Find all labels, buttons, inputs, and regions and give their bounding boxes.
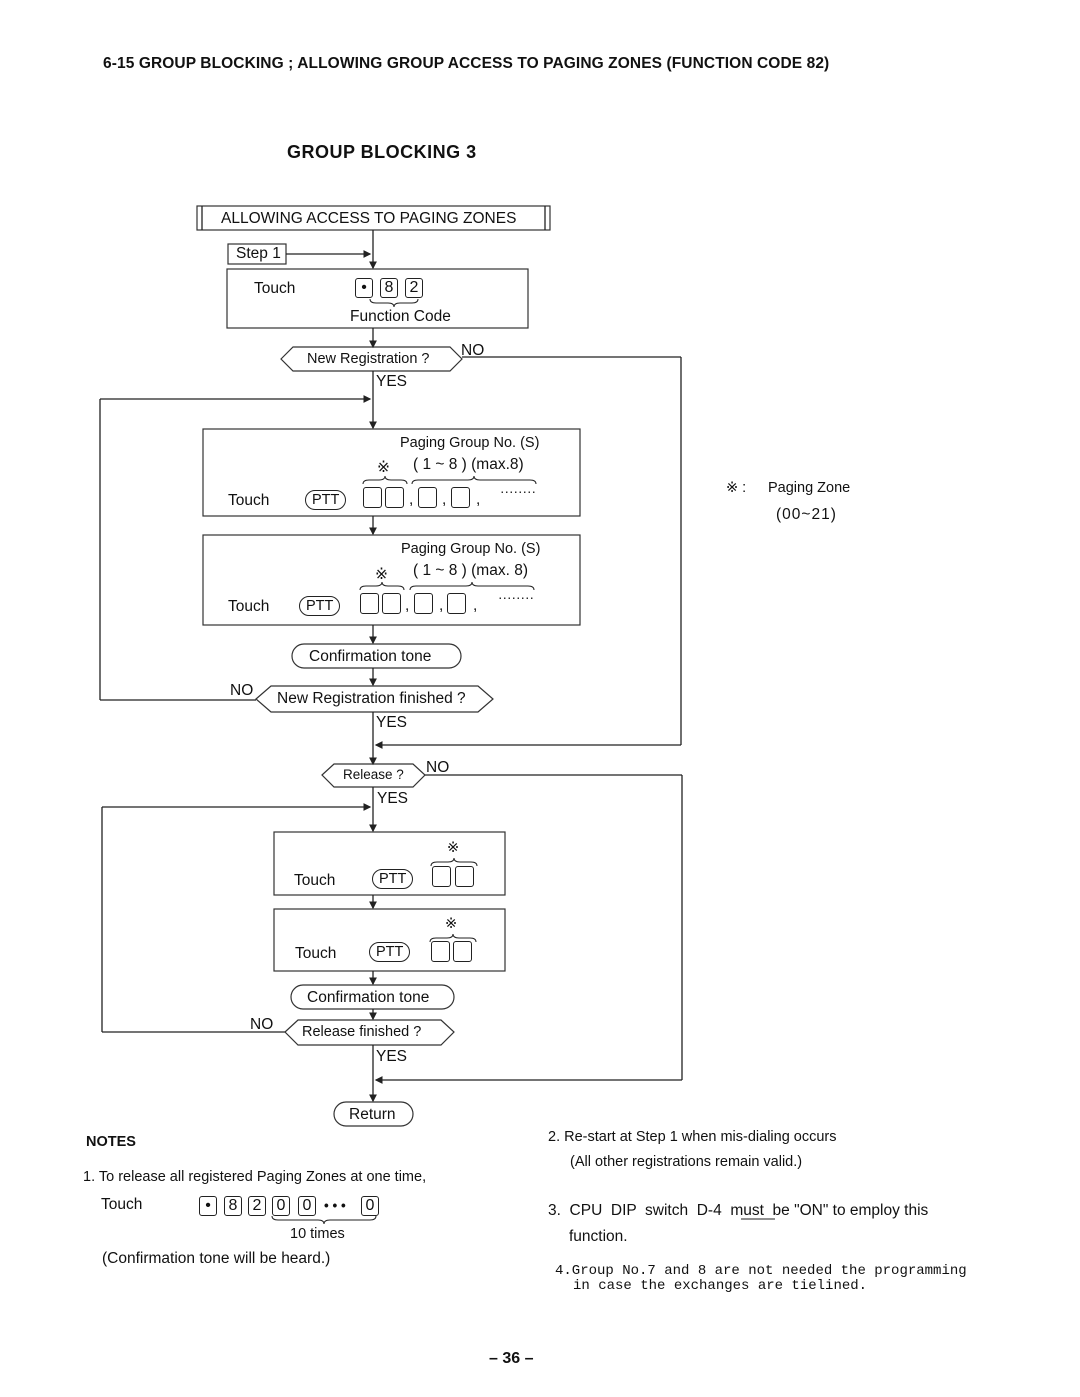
note-1-text: 1. To release all registered Paging Zone… <box>83 1169 427 1185</box>
zone-digit-box <box>363 487 382 508</box>
notes-heading: NOTES <box>86 1134 136 1150</box>
step1-touch-label: Touch <box>254 280 296 297</box>
key-0: 0 <box>272 1196 290 1216</box>
touch-label: Touch <box>295 945 337 962</box>
repeat-dots: • • • <box>324 1198 346 1213</box>
note-3-prefix: 3. CPU DIP switch D-4 <box>548 1202 731 1219</box>
legend-label: Paging Zone <box>768 480 851 496</box>
separator: , <box>473 597 478 614</box>
function-code-label: Function Code <box>350 308 451 325</box>
note-1-touch: Touch <box>101 1196 143 1213</box>
group-range: ( 1 ~ 8 ) (max. 8) <box>413 562 528 579</box>
zone-mark: ※ <box>377 459 390 476</box>
no-label: NO <box>426 759 450 776</box>
yes-label: YES <box>376 1048 408 1065</box>
key-0: 0 <box>298 1196 316 1216</box>
zone-digit-box <box>360 593 379 614</box>
zone-digit-box <box>431 941 450 962</box>
ptt-key: PTT <box>372 869 414 889</box>
decision-new-reg-finished: New Registration finished ? <box>277 690 466 707</box>
ellipsis: ········ <box>500 484 536 499</box>
separator: , <box>442 491 447 508</box>
note-2-line2: (All other registrations remain valid.) <box>570 1154 803 1170</box>
yes-label: YES <box>376 714 408 731</box>
group-range: ( 1 ~ 8 ) (max.8) <box>413 456 524 473</box>
flowchart-lines <box>99 205 775 1225</box>
zone-mark: ※ <box>445 916 458 932</box>
yes-label: YES <box>377 790 409 807</box>
no-label: NO <box>250 1016 274 1033</box>
group-digit-box <box>447 593 466 614</box>
zone-digit-box <box>385 487 404 508</box>
separator: , <box>476 491 481 508</box>
note-3-line2: function. <box>569 1228 628 1245</box>
key-8: 8 <box>380 278 398 298</box>
ptt-key: PTT <box>305 490 347 510</box>
note-4-line1: 4.Group No.7 and 8 are not needed the pr… <box>555 1263 967 1279</box>
paging-group-label: Paging Group No. (S) <box>401 541 541 557</box>
note-1-after: (Confirmation tone will be heard.) <box>102 1250 331 1267</box>
return-terminal: Return <box>349 1106 396 1123</box>
confirmation-tone-1: Confirmation tone <box>309 648 432 665</box>
touch-label: Touch <box>228 492 270 509</box>
zone-digit-box <box>453 941 472 962</box>
decision-release-finished: Release finished ? <box>302 1024 422 1040</box>
ptt-key: PTT <box>369 942 411 962</box>
key-2: 2 <box>405 278 423 298</box>
yes-label: YES <box>376 373 408 390</box>
ten-times-label: 10 times <box>290 1226 345 1242</box>
key-2: 2 <box>248 1196 266 1216</box>
ellipsis: ········ <box>498 590 534 605</box>
key-dot: • <box>199 1196 217 1216</box>
group-digit-box <box>414 593 433 614</box>
no-label: NO <box>461 342 485 359</box>
note-2-line1: 2. Re-start at Step 1 when mis-dialing o… <box>548 1129 837 1145</box>
touch-label: Touch <box>294 872 336 889</box>
key-8: 8 <box>224 1196 242 1216</box>
confirmation-tone-2: Confirmation tone <box>307 989 430 1006</box>
ptt-key: PTT <box>299 596 341 616</box>
zone-digit-box <box>432 866 451 887</box>
legend-range: (00~21) <box>776 506 837 523</box>
separator: , <box>405 597 410 614</box>
note-4-line2: in case the exchanges are tielined. <box>573 1278 868 1294</box>
touch-label: Touch <box>228 598 270 615</box>
zone-mark: ※ <box>375 566 388 583</box>
note-3-line1: 3. CPU DIP switch D-4 must be "ON" to em… <box>548 1202 928 1220</box>
group-digit-box <box>418 487 437 508</box>
decision-new-registration: New Registration ? <box>307 351 430 367</box>
separator: , <box>439 597 444 614</box>
paging-group-label: Paging Group No. (S) <box>400 435 540 451</box>
legend-symbol: ※ : <box>726 480 747 496</box>
zone-digit-box <box>382 593 401 614</box>
start-box-label: ALLOWING ACCESS TO PAGING ZONES <box>221 210 517 227</box>
note-3-emphasis: must <box>730 1202 764 1219</box>
zone-digit-box <box>455 866 474 887</box>
separator: , <box>409 491 414 508</box>
zone-mark: ※ <box>447 840 460 856</box>
key-0: 0 <box>361 1196 379 1216</box>
no-label: NO <box>230 682 254 699</box>
key-dot: • <box>355 278 373 298</box>
note-3-suffix: be "ON" to employ this <box>763 1202 929 1219</box>
page-number: – 36 – <box>489 1350 534 1367</box>
step-tag: Step 1 <box>236 245 281 262</box>
decision-release: Release ? <box>343 767 404 782</box>
group-digit-box <box>451 487 470 508</box>
